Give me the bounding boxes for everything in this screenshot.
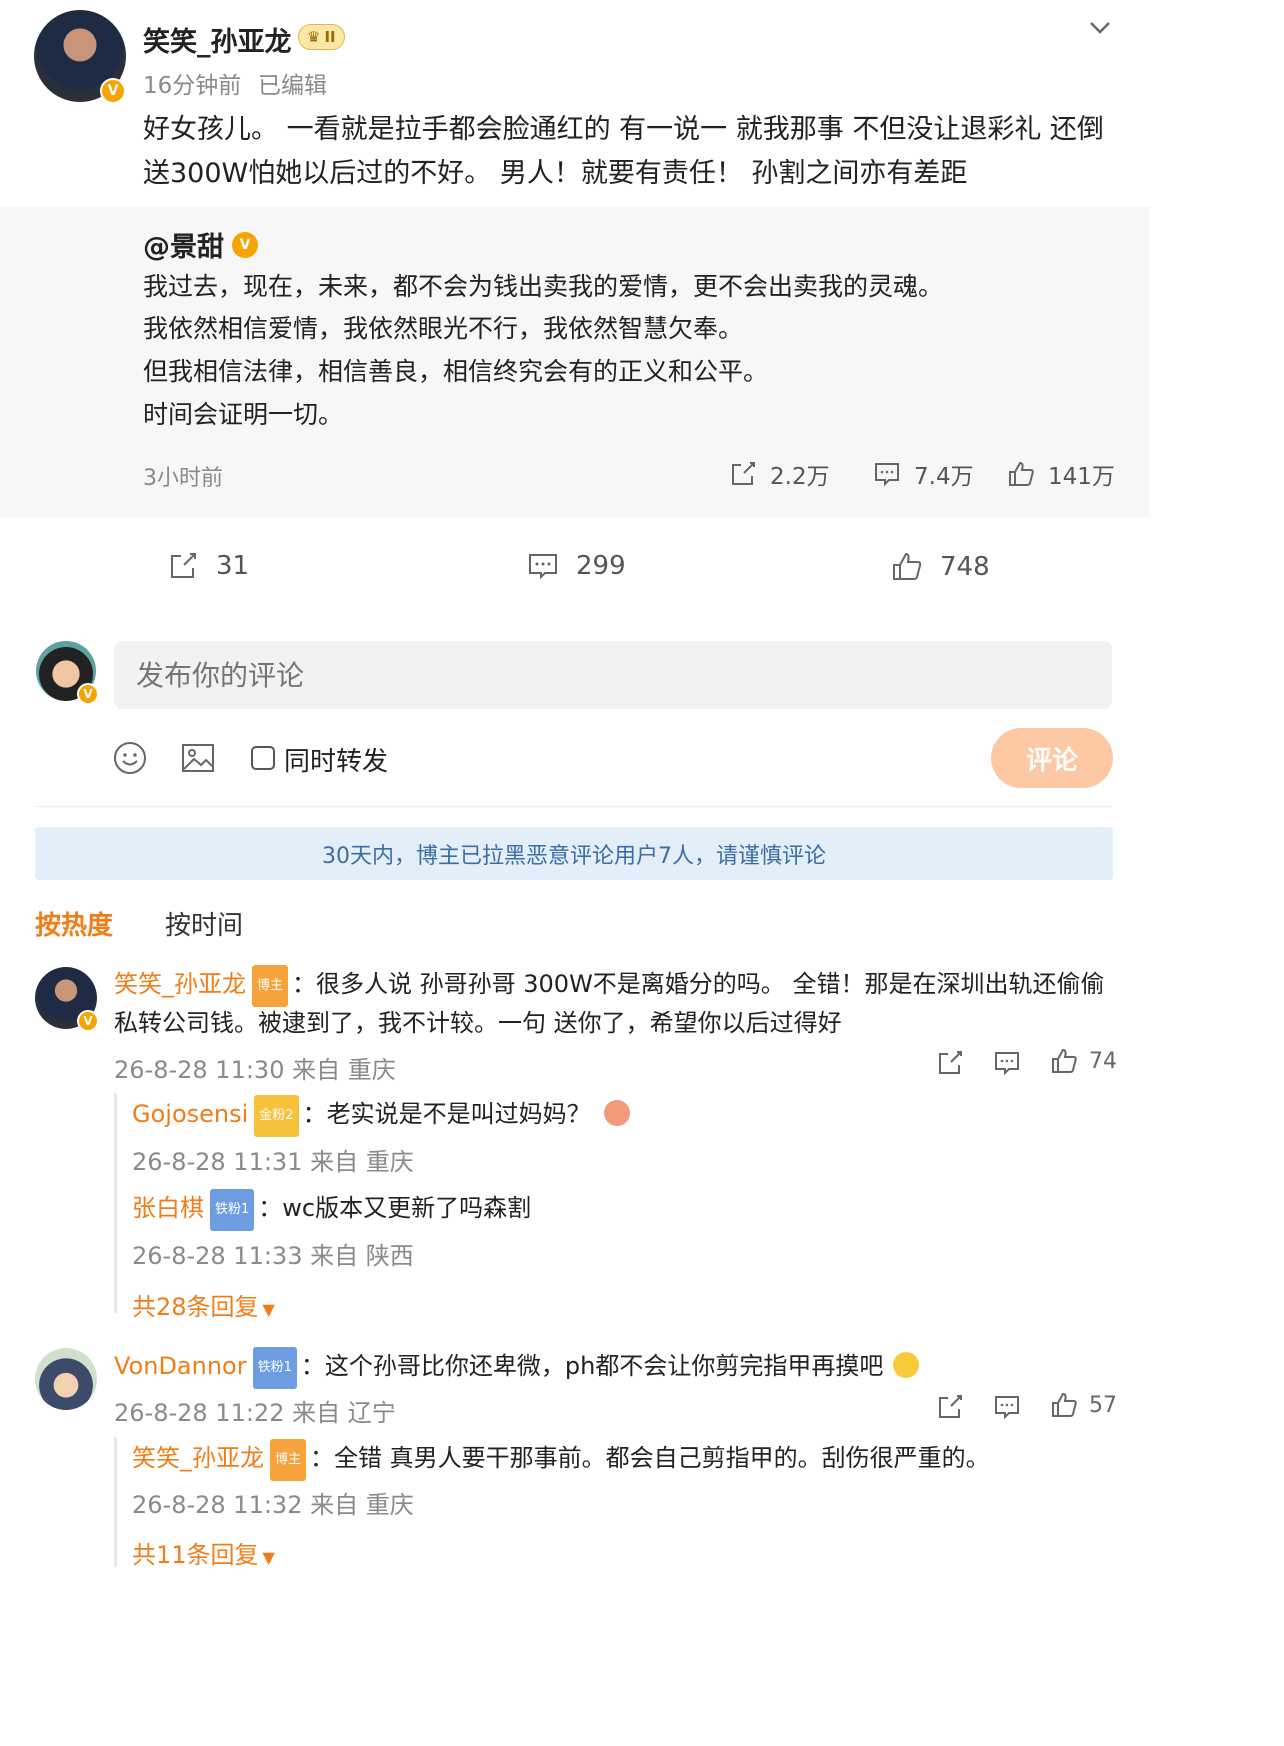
repost-icon [939,1051,962,1074]
reply-meta: 26-8-28 11:32 来自 重庆 [132,1491,414,1519]
also-repost-label[interactable]: 同时转发 [284,741,388,778]
comment-text: 私转公司钱。被逮到了，我不计较。一句 送你了，希望你以后过得好 [114,1009,842,1037]
tab-sort-time[interactable]: 按时间 [165,905,243,942]
comment-like-button[interactable]: 57 [1049,1390,1117,1420]
notice-banner: 30天内，博主已拉黑恶意评论用户7人，请谨慎评论 [35,827,1113,880]
reply-text: ：全错 真男人要干那事前。都会自己剪指甲的。刮伤很严重的。 [310,1444,990,1472]
comment-icon [529,554,557,580]
tab-sort-hot[interactable]: 按热度 [35,905,113,942]
verified-icon: V [232,231,258,258]
fan-tag: 铁粉1 [210,1189,255,1231]
comment-reply-button[interactable] [992,1392,1022,1422]
reply-meta: 26-8-28 11:33 来自 陕西 [132,1242,414,1270]
level-badge[interactable]: ♛ II [298,24,345,50]
comment-icon [995,1396,1019,1420]
like-button[interactable]: 748 [890,550,990,584]
comment-meta: 26-8-28 11:22 来自 辽宁 [114,1399,396,1427]
caret-down-icon: ▼ [262,1548,275,1567]
reply-text: ：wc版本又更新了吗森割 [258,1194,532,1222]
comment-meta: 26-8-28 11:30 来自 重庆 [114,1056,396,1084]
comment-like-button[interactable]: 74 [1049,1046,1117,1076]
edited-label[interactable]: 已编辑 [258,66,327,100]
comment-body: 笑笑_孙亚龙 博主 ：很多人说 孙哥孙哥 300W不是离婚分的吗。 全错！那是在深圳… [114,964,1104,1007]
reply-item: Gojosensi 金粉2 ：老实说是不是叫过妈妈？ [132,1094,631,1137]
more-chevron-icon[interactable] [1086,14,1114,42]
quoted-like-button[interactable]: 141万 [1006,457,1115,491]
author-tag: 博主 [270,1439,307,1481]
comment-text: ：这个孙哥比你还卑微，ph都不会让你剪完指甲再摸吧 [300,1352,884,1380]
more-replies-link[interactable]: 共28条回复 ▼ [132,1287,275,1322]
comment-repost-button[interactable] [935,1048,965,1078]
comment-repost-button[interactable] [935,1392,965,1422]
emoji-icon[interactable] [112,740,148,780]
quoted-line: 时间会证明一切。 [143,400,344,429]
replier-name[interactable]: 张白棋 [132,1194,204,1222]
crown-icon: ♛ [307,28,321,46]
author-name[interactable]: 笑笑_孙亚龙 [143,20,292,59]
comment-reply-button[interactable] [992,1048,1022,1078]
quoted-author[interactable]: @景甜 [143,225,224,264]
quoted-comment-button[interactable]: 7.4万 [872,457,974,491]
fan-tag: 铁粉1 [252,1347,297,1389]
comment-input[interactable] [114,641,1112,709]
thumbs-up-icon [893,552,922,580]
replier-name[interactable]: Gojosensi [132,1100,248,1128]
reply-item: 张白棋 铁粉1 ：wc版本又更新了吗森割 [132,1188,531,1231]
author-tag: 博主 [252,965,289,1007]
verified-icon: V [77,683,99,705]
repost-icon [939,1395,962,1418]
comment-body: VonDannor 铁粉1 ：这个孙哥比你还卑微，ph都不会让你剪完指甲再摸吧 [114,1346,919,1389]
commenter-name[interactable]: VonDannor [114,1352,247,1380]
post-time: 16分钟前 [143,73,242,99]
repost-icon [732,462,755,485]
commenter-name[interactable]: 笑笑_孙亚龙 [114,970,246,998]
more-replies-link[interactable]: 共11条回复 ▼ [132,1535,275,1570]
comment-button[interactable]: 299 [526,549,626,583]
thumbs-up-icon [1009,461,1034,486]
comment-icon [875,463,899,487]
repost-icon [171,553,196,578]
caret-down-icon: ▼ [262,1300,275,1319]
reply-item: 笑笑_孙亚龙 博主 ：全错 真男人要干那事前。都会自己剪指甲的。刮伤很严重的。 [132,1438,990,1481]
comment-icon [995,1052,1019,1076]
emoji-sticker-icon [604,1100,631,1126]
thumbs-up-icon [1052,1048,1077,1073]
reply-meta: 26-8-28 11:31 来自 重庆 [132,1148,414,1176]
image-icon[interactable] [180,740,216,780]
reply-text: ：老实说是不是叫过妈妈？ [302,1100,591,1128]
comment-text: ：很多人说 孙哥孙哥 300W不是离婚分的吗。 全错！那是在深圳出轨还偷偷 [292,970,1105,998]
submit-comment-button[interactable]: 评论 [991,728,1113,788]
verified-icon: V [100,78,126,104]
quoted-line: 我过去，现在，未来，都不会为钱出卖我的爱情，更不会出卖我的灵魂。 [143,272,944,301]
quoted-time: 3小时前 [143,466,223,491]
crying-emoji-icon [892,1352,919,1378]
repost-button[interactable]: 31 [166,549,249,583]
verified-icon: V [77,1010,99,1032]
commenter-avatar[interactable] [35,1348,97,1410]
fan-tag: 金粉2 [254,1095,299,1137]
post-text-line2: 送300W怕她以后过的不好。 男人！就要有责任！ 孙割之间亦有差距 [143,158,968,189]
also-repost-checkbox[interactable] [251,746,275,770]
replier-name[interactable]: 笑笑_孙亚龙 [132,1444,264,1472]
quoted-post[interactable]: @景甜 V 我过去，现在，未来，都不会为钱出卖我的爱情，更不会出卖我的灵魂。 我… [0,207,1150,517]
thumbs-up-icon [1052,1392,1077,1417]
quoted-line: 我依然相信爱情，我依然眼光不行，我依然智慧欠奉。 [143,314,744,343]
divider [34,806,1112,807]
post-text-line1: 好女孩儿。 一看就是拉手都会脸通红的 有一说一 就我那事 不但没让退彩礼 还倒 [143,114,1104,145]
quoted-repost-button[interactable]: 2.2万 [728,457,830,491]
quoted-line: 但我相信法律，相信善良，相信终究会有的正义和公平。 [143,357,769,386]
